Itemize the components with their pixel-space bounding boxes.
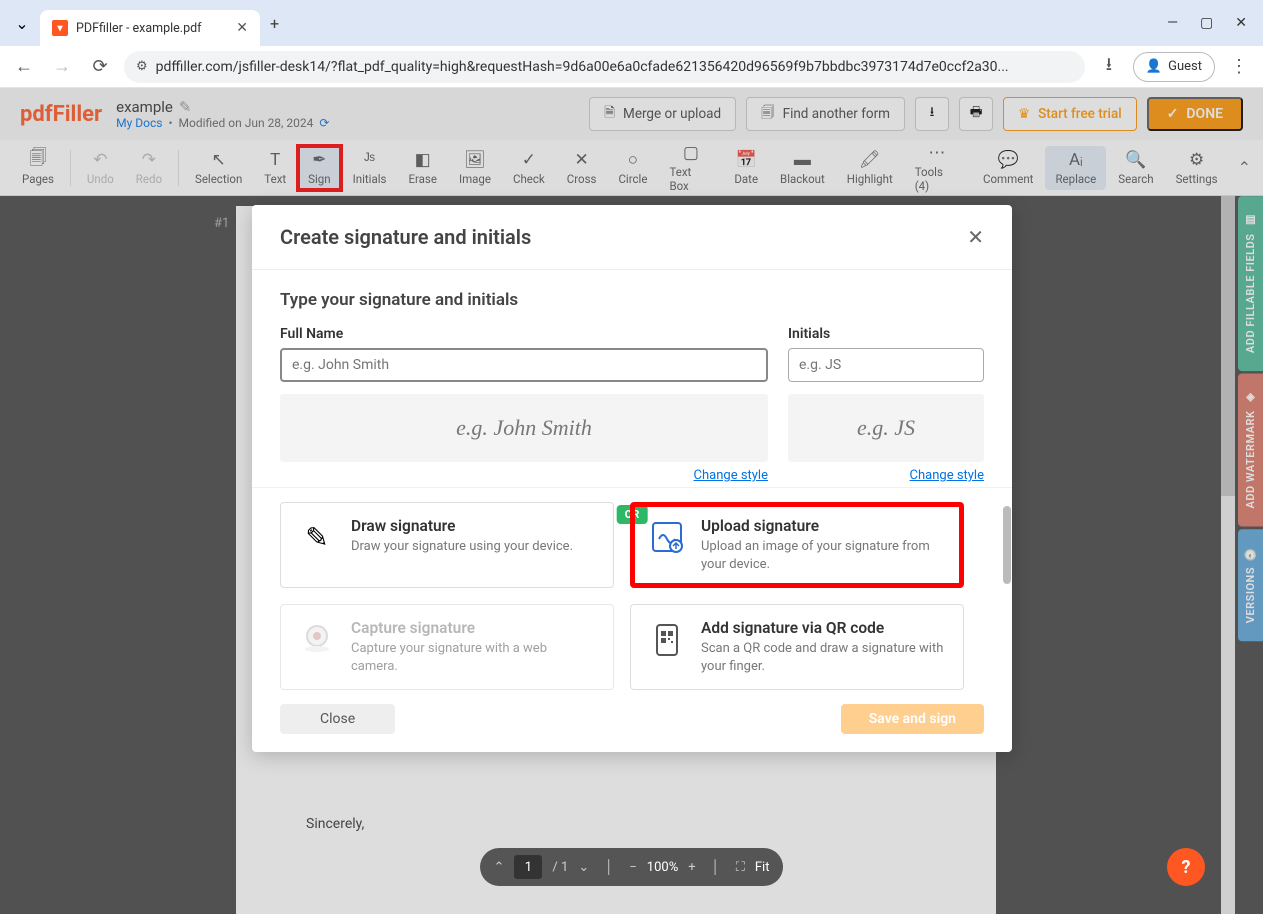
tab-title: PDFfiller - example.pdf: [76, 21, 228, 36]
full-name-label: Full Name: [280, 326, 768, 342]
option-desc: Scan a QR code and draw a signature with…: [701, 640, 947, 675]
full-name-input[interactable]: [280, 348, 768, 382]
section-title: Type your signature and initials: [280, 290, 984, 310]
back-button[interactable]: ←: [10, 53, 38, 81]
full-name-preview: e.g. John Smith: [280, 394, 768, 462]
option-title: Capture signature: [351, 619, 597, 637]
camera-icon: [297, 619, 337, 659]
option-title: Add signature via QR code: [701, 619, 947, 637]
page-total: / 1: [552, 860, 568, 875]
menu-icon[interactable]: ⋮: [1225, 53, 1253, 81]
option-desc: Capture your signature with a web camera…: [351, 640, 597, 675]
forward-button: →: [48, 53, 76, 81]
qr-icon: [647, 619, 687, 659]
option-desc: Draw your signature using your device.: [351, 538, 573, 556]
option-title: Upload signature: [701, 517, 947, 535]
page-up-icon[interactable]: ⌃: [494, 860, 505, 875]
close-window-icon[interactable]: ✕: [1235, 15, 1247, 31]
change-style-fullname[interactable]: Change style: [694, 468, 768, 483]
browser-tab-strip: ⌄ ▾ PDFfiller - example.pdf ✕ + — ▢ ✕: [0, 0, 1263, 46]
minimize-icon[interactable]: —: [1167, 15, 1178, 31]
url-input[interactable]: ⚙ pdffiller.com/jsfiller-desk14/?flat_pd…: [124, 51, 1085, 83]
initials-preview: e.g. JS: [788, 394, 984, 462]
change-style-initials[interactable]: Change style: [910, 468, 984, 483]
qr-signature-card[interactable]: Add signature via QR code Scan a QR code…: [630, 604, 964, 690]
tab-dropdown-icon[interactable]: ⌄: [8, 9, 36, 37]
url-text: pdffiller.com/jsfiller-desk14/?flat_pdf_…: [156, 59, 1009, 75]
draw-signature-card[interactable]: ✎ Draw signature Draw your signature usi…: [280, 502, 614, 588]
favicon-icon: ▾: [52, 20, 68, 36]
browser-tab[interactable]: ▾ PDFfiller - example.pdf ✕: [40, 10, 260, 46]
reload-button[interactable]: ⟳: [86, 53, 114, 81]
fit-icon[interactable]: ⛶: [736, 860, 745, 875]
new-tab-button[interactable]: +: [270, 14, 279, 33]
profile-button[interactable]: 👤 Guest: [1133, 52, 1215, 82]
initials-input[interactable]: [788, 348, 984, 382]
capture-signature-card[interactable]: Capture signature Capture your signature…: [280, 604, 614, 690]
upload-sig-icon: [647, 517, 687, 557]
options-scrollbar[interactable]: [1003, 506, 1011, 584]
signature-modal: Create signature and initials ✕ Type you…: [252, 205, 1012, 752]
page-down-icon[interactable]: ⌄: [578, 860, 589, 875]
zoom-level: 100%: [647, 860, 678, 875]
option-desc: Upload an image of your signature from y…: [701, 538, 947, 573]
close-tab-icon[interactable]: ✕: [236, 20, 248, 36]
help-button[interactable]: ?: [1167, 848, 1205, 886]
modal-title: Create signature and initials: [280, 225, 531, 249]
fit-label[interactable]: Fit: [755, 860, 770, 875]
modal-close-footer-button[interactable]: Close: [280, 704, 395, 734]
modal-close-button[interactable]: ✕: [967, 225, 984, 249]
zoom-out-icon[interactable]: −: [629, 860, 636, 875]
signature-options: ✎ Draw signature Draw your signature usi…: [252, 487, 1012, 690]
person-icon: 👤: [1146, 59, 1162, 74]
save-and-sign-button[interactable]: Save and sign: [841, 704, 984, 734]
initials-label: Initials: [788, 326, 984, 342]
download-icon[interactable]: ⭳: [1095, 53, 1123, 81]
upload-signature-card[interactable]: Upload signature Upload an image of your…: [630, 502, 964, 588]
site-settings-icon[interactable]: ⚙: [136, 59, 148, 74]
option-title: Draw signature: [351, 517, 573, 535]
pencil-icon: ✎: [297, 517, 337, 557]
page-control-bar: ⌃ 1 / 1 ⌄ │ − 100% + │ ⛶ Fit: [480, 848, 784, 886]
maximize-icon[interactable]: ▢: [1200, 15, 1213, 31]
zoom-in-icon[interactable]: +: [688, 860, 695, 875]
current-page-input[interactable]: 1: [514, 855, 542, 879]
address-bar: ← → ⟳ ⚙ pdffiller.com/jsfiller-desk14/?f…: [0, 46, 1263, 88]
